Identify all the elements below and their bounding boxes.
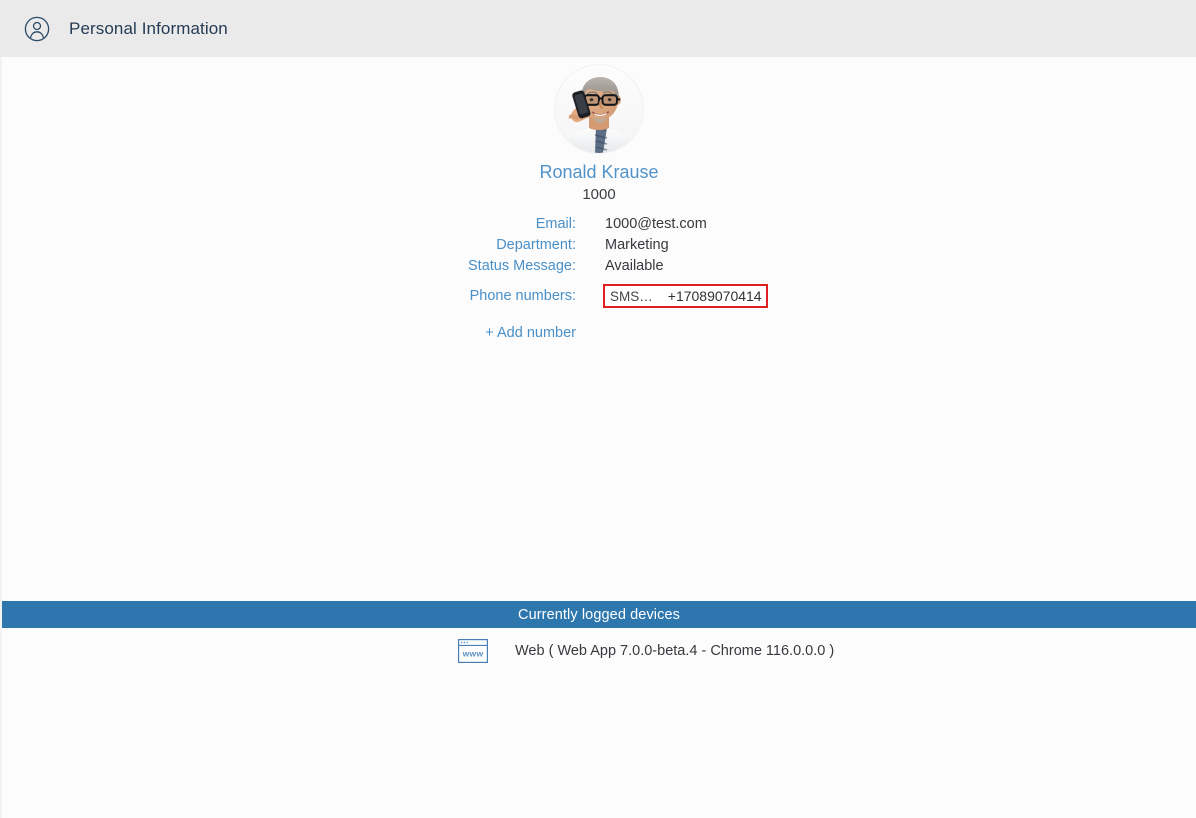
profile-name: Ronald Krause bbox=[539, 162, 659, 182]
profile-details: Email: 1000@test.com Department: Marketi… bbox=[2, 216, 1196, 341]
www-browser-icon: www bbox=[458, 639, 488, 663]
department-label: Department: bbox=[496, 237, 576, 253]
phone-type-select[interactable]: SMS… bbox=[610, 289, 653, 304]
email-value: 1000@test.com bbox=[605, 216, 707, 232]
department-value: Marketing bbox=[605, 237, 669, 253]
device-list: www Web ( Web App 7.0.0-beta.4 - Chrome … bbox=[2, 628, 1196, 674]
email-label: Email: bbox=[535, 216, 576, 232]
status-message-value: Available bbox=[605, 258, 664, 274]
profile-section: Ronald Krause 1000 Email: 1000@test.com … bbox=[2, 57, 1196, 341]
page-title: Personal Information bbox=[69, 18, 228, 38]
phone-number-entry[interactable]: SMS… +17089070414 bbox=[603, 284, 768, 308]
phone-numbers-label: Phone numbers: bbox=[469, 288, 576, 304]
currently-logged-devices-banner: Currently logged devices bbox=[2, 601, 1196, 628]
profile-extension: 1000 bbox=[582, 186, 616, 203]
device-label: Web ( Web App 7.0.0-beta.4 - Chrome 116.… bbox=[515, 643, 835, 659]
user-photo bbox=[555, 65, 643, 153]
svg-text:www: www bbox=[462, 649, 484, 659]
page-body: Ronald Krause 1000 Email: 1000@test.com … bbox=[0, 57, 1196, 818]
phone-number-input[interactable]: +17089070414 bbox=[668, 288, 762, 304]
user-circle-icon bbox=[24, 16, 50, 42]
detail-row-status-message: Status Message: Available bbox=[2, 258, 1196, 274]
avatar bbox=[555, 65, 643, 153]
devices-banner-title: Currently logged devices bbox=[518, 606, 680, 623]
device-row[interactable]: www Web ( Web App 7.0.0-beta.4 - Chrome … bbox=[2, 628, 1196, 674]
app-header: Personal Information bbox=[0, 0, 1196, 57]
status-message-label: Status Message: bbox=[468, 258, 576, 274]
add-number-button[interactable]: + Add number bbox=[2, 325, 576, 341]
detail-row-phone-numbers: Phone numbers: SMS… +17089070414 bbox=[2, 284, 1196, 308]
detail-row-email: Email: 1000@test.com bbox=[2, 216, 1196, 232]
add-number-row: + Add number bbox=[2, 325, 1196, 341]
detail-row-department: Department: Marketing bbox=[2, 237, 1196, 253]
